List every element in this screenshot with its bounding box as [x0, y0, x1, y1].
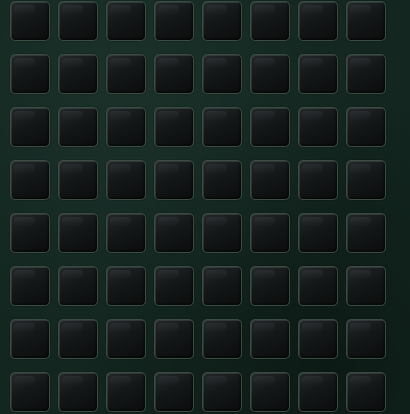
grid-cell[interactable] — [346, 54, 386, 94]
grid-cell[interactable] — [154, 54, 194, 94]
grid-cell[interactable] — [202, 266, 242, 306]
grid-cell[interactable] — [298, 372, 338, 412]
grid-cell[interactable] — [106, 266, 146, 306]
grid-cell[interactable] — [106, 213, 146, 253]
grid-cell[interactable] — [58, 319, 98, 359]
grid-cell[interactable] — [154, 319, 194, 359]
grid-cell[interactable] — [10, 107, 50, 147]
grid-cell[interactable] — [154, 160, 194, 200]
grid-cell[interactable] — [250, 1, 290, 41]
grid-cell[interactable] — [250, 372, 290, 412]
grid-cell[interactable] — [250, 266, 290, 306]
grid-cell[interactable] — [202, 372, 242, 412]
grid-cell[interactable] — [346, 213, 386, 253]
grid-cell[interactable] — [58, 107, 98, 147]
grid-cell[interactable] — [10, 266, 50, 306]
grid-cell[interactable] — [202, 107, 242, 147]
grid-cell[interactable] — [346, 160, 386, 200]
grid-cell[interactable] — [10, 54, 50, 94]
grid-cell[interactable] — [154, 372, 194, 412]
grid-cell[interactable] — [10, 213, 50, 253]
grid-cell[interactable] — [202, 213, 242, 253]
grid-cell[interactable] — [154, 213, 194, 253]
grid-cell[interactable] — [58, 1, 98, 41]
game-board — [0, 0, 410, 414]
grid-cell[interactable] — [346, 372, 386, 412]
grid-cell[interactable] — [346, 319, 386, 359]
grid-cell[interactable] — [10, 372, 50, 412]
grid-cell[interactable] — [298, 213, 338, 253]
grid-cell[interactable] — [58, 372, 98, 412]
grid-cell[interactable] — [10, 319, 50, 359]
grid-cell[interactable] — [58, 266, 98, 306]
grid-cell[interactable] — [154, 1, 194, 41]
grid-cell[interactable] — [106, 160, 146, 200]
grid-cell[interactable] — [154, 266, 194, 306]
grid-cell[interactable] — [298, 160, 338, 200]
grid-cell[interactable] — [250, 213, 290, 253]
grid-cell[interactable] — [298, 319, 338, 359]
grid-cell[interactable] — [298, 54, 338, 94]
grid-cell[interactable] — [10, 160, 50, 200]
grid-cell[interactable] — [202, 1, 242, 41]
grid-cell[interactable] — [106, 107, 146, 147]
grid-cell[interactable] — [58, 54, 98, 94]
grid-cell[interactable] — [106, 372, 146, 412]
grid-cell[interactable] — [346, 266, 386, 306]
grid-cell[interactable] — [106, 54, 146, 94]
grid-cell[interactable] — [58, 160, 98, 200]
grid-cell[interactable] — [346, 1, 386, 41]
grid-cell[interactable] — [106, 1, 146, 41]
grid-cell[interactable] — [250, 319, 290, 359]
grid-cell[interactable] — [10, 1, 50, 41]
grid-cell[interactable] — [298, 266, 338, 306]
grid-cell[interactable] — [202, 54, 242, 94]
grid-cell[interactable] — [298, 1, 338, 41]
grid-cell[interactable] — [106, 319, 146, 359]
grid-cell[interactable] — [346, 107, 386, 147]
grid-cell[interactable] — [202, 160, 242, 200]
grid-cell[interactable] — [154, 107, 194, 147]
grid-cell[interactable] — [298, 107, 338, 147]
grid-cell[interactable] — [202, 319, 242, 359]
grid-cell[interactable] — [58, 213, 98, 253]
grid-cell[interactable] — [250, 107, 290, 147]
grid-cell[interactable] — [250, 54, 290, 94]
grid-cell[interactable] — [250, 160, 290, 200]
